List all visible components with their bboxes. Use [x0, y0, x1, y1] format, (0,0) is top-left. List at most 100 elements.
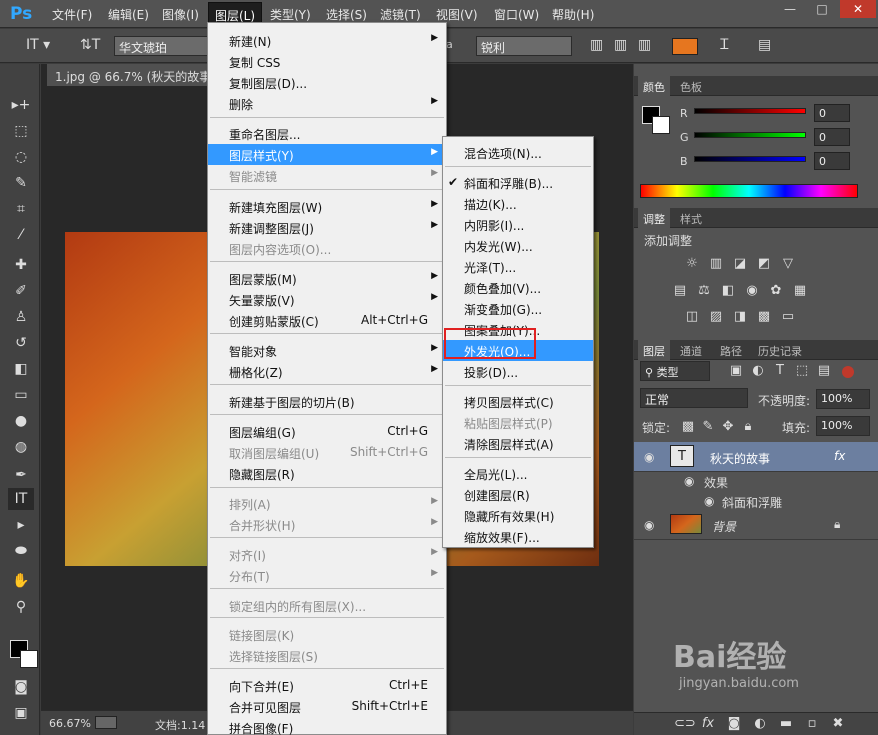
invert-icon[interactable]: ◫: [684, 310, 700, 324]
tab-history[interactable]: 历史记录: [758, 343, 802, 359]
tab-swatches[interactable]: 色板: [680, 79, 702, 95]
style-menu-item[interactable]: 缩放效果(F)...: [443, 526, 593, 547]
text-color-swatch[interactable]: [672, 38, 698, 55]
gradient-map-icon[interactable]: ▭: [780, 310, 796, 324]
new-layer-icon[interactable]: ▫: [804, 717, 820, 731]
layer-name[interactable]: 秋天的故事: [710, 450, 770, 467]
layer-row-text[interactable]: ◉ T 秋天的故事 fx: [634, 442, 878, 472]
style-menu-item[interactable]: 投影(D)...: [443, 361, 593, 382]
tab-channels[interactable]: 通道: [680, 343, 702, 359]
eraser-tool-icon[interactable]: ◧: [8, 358, 34, 380]
style-menu-item[interactable]: 创建图层(R): [443, 484, 593, 505]
green-value[interactable]: 0: [814, 128, 850, 146]
layer-menu-item[interactable]: 智能对象 ▶: [208, 340, 446, 361]
red-value[interactable]: 0: [814, 104, 850, 122]
close-button[interactable]: ✕: [840, 0, 876, 18]
anti-alias-select[interactable]: 锐利: [476, 36, 572, 56]
threshold-icon[interactable]: ◨: [732, 310, 748, 324]
menu-edit[interactable]: 编辑(E): [108, 6, 149, 23]
eyedropper-tool-icon[interactable]: ⁄: [8, 224, 34, 246]
gradient-tool-icon[interactable]: ▭: [8, 384, 34, 406]
layer-filter-select[interactable]: ⚲ 类型: [640, 361, 710, 381]
warp-text-icon[interactable]: Ꮖ: [720, 37, 729, 53]
channel-mixer-icon[interactable]: ✿: [768, 284, 784, 298]
maximize-button[interactable]: □: [808, 0, 836, 18]
add-style-icon[interactable]: fx: [700, 717, 716, 731]
history-brush-icon[interactable]: ↺: [8, 332, 34, 354]
layer-menu-item[interactable]: 复制图层(D)...: [208, 72, 446, 93]
layer-menu-item[interactable]: 新建基于图层的切片(B): [208, 391, 446, 412]
minimize-button[interactable]: —: [776, 0, 804, 18]
menu-help[interactable]: 帮助(H): [552, 6, 594, 23]
opacity-input[interactable]: 100%: [816, 389, 870, 409]
style-menu-item[interactable]: 渐变叠加(G)...: [443, 298, 593, 319]
blue-value[interactable]: 0: [814, 152, 850, 170]
type-tool-icon[interactable]: IT ▾: [26, 37, 50, 53]
tab-color[interactable]: 颜色: [638, 76, 670, 96]
curves-icon[interactable]: ◪: [732, 257, 748, 271]
lock-pixels-icon[interactable]: ✎: [700, 420, 716, 434]
layer-menu-item[interactable]: 隐藏图层(R): [208, 463, 446, 484]
panel-background-swatch[interactable]: [652, 116, 670, 134]
layer-menu-item[interactable]: 新建填充图层(W) ▶: [208, 196, 446, 217]
screen-mode-icon[interactable]: ▣: [8, 702, 34, 724]
hand-tool-icon[interactable]: ✋: [8, 570, 34, 592]
selective-color-icon[interactable]: ▩: [756, 310, 772, 324]
zoom-level[interactable]: 66.67%: [49, 717, 91, 730]
layer-menu-item[interactable]: 图层蒙版(M) ▶: [208, 268, 446, 289]
font-family-select[interactable]: 华文琥珀: [114, 36, 214, 56]
style-menu-item[interactable]: 清除图层样式(A): [443, 433, 593, 454]
tab-layers[interactable]: 图层: [638, 340, 670, 360]
shape-tool-icon[interactable]: ⬬: [8, 540, 34, 562]
blue-slider[interactable]: [694, 156, 806, 162]
type-tool-icon[interactable]: IT: [8, 488, 34, 510]
new-group-icon[interactable]: ▬: [778, 717, 794, 731]
style-menu-item[interactable]: 隐藏所有效果(H): [443, 505, 593, 526]
pen-tool-icon[interactable]: ✒: [8, 464, 34, 486]
clone-stamp-icon[interactable]: ♙: [8, 306, 34, 328]
style-menu-item[interactable]: 内阴影(I)...: [443, 214, 593, 235]
red-slider[interactable]: [694, 108, 806, 114]
filter-toggle-icon[interactable]: [842, 366, 854, 378]
layer-menu-item[interactable]: 栅格化(Z) ▶: [208, 361, 446, 382]
layer-menu-item[interactable]: 图层样式(Y) ▶: [208, 144, 446, 165]
background-color-swatch[interactable]: [20, 650, 38, 668]
blur-tool-icon[interactable]: ●: [8, 410, 34, 432]
background-layer-name[interactable]: 背景: [712, 518, 736, 535]
green-slider[interactable]: [694, 132, 806, 138]
effects-eye-icon[interactable]: ◉: [684, 474, 694, 488]
menu-file[interactable]: 文件(F): [52, 6, 92, 23]
lock-position-icon[interactable]: ✥: [720, 420, 736, 434]
layer-menu-item[interactable]: 图层编组(G) Ctrl+G: [208, 421, 446, 442]
new-adjustment-icon[interactable]: ◐: [752, 717, 768, 731]
brightness-icon[interactable]: ☼: [684, 257, 700, 271]
style-menu-item[interactable]: 混合选项(N)...: [443, 142, 593, 163]
menu-filter[interactable]: 滤镜(T): [380, 6, 421, 23]
effects-row[interactable]: ◉ 效果: [634, 472, 878, 492]
toggle-orientation-icon[interactable]: ⇅T: [80, 37, 100, 53]
layer-menu-item[interactable]: 复制 CSS: [208, 51, 446, 72]
style-menu-item[interactable]: ✔ 斜面和浮雕(B)...: [443, 172, 593, 193]
healing-brush-icon[interactable]: ✚: [8, 254, 34, 276]
move-tool-icon[interactable]: ▸+: [8, 94, 34, 116]
filter-adjust-icon[interactable]: ◐: [750, 364, 766, 378]
tab-paths[interactable]: 路径: [720, 343, 742, 359]
link-layers-icon[interactable]: ⊂⊃: [674, 717, 696, 731]
layer-menu-item[interactable]: 新建(N) ▶: [208, 30, 446, 51]
tab-styles[interactable]: 样式: [680, 211, 702, 227]
fill-input[interactable]: 100%: [816, 416, 870, 436]
lasso-tool-icon[interactable]: ◌: [8, 146, 34, 168]
bevel-eye-icon[interactable]: ◉: [704, 494, 714, 508]
hue-sat-icon[interactable]: ▤: [672, 284, 688, 298]
layer-menu-item[interactable]: 重命名图层...: [208, 123, 446, 144]
zoom-tool-icon[interactable]: ⚲: [8, 596, 34, 618]
menu-type[interactable]: 类型(Y): [270, 6, 311, 23]
color-lookup-icon[interactable]: ▦: [792, 284, 808, 298]
menu-image[interactable]: 图像(I): [162, 6, 199, 23]
fx-icon[interactable]: fx: [834, 449, 845, 463]
lock-all-icon[interactable]: 🔒︎: [740, 420, 756, 434]
color-spectrum-ramp[interactable]: [640, 184, 858, 198]
align-left-icon[interactable]: ▥: [590, 37, 603, 53]
layer-menu-item[interactable]: 创建剪贴蒙版(C) Alt+Ctrl+G: [208, 310, 446, 331]
layer-menu-item[interactable]: 新建调整图层(J) ▶: [208, 217, 446, 238]
